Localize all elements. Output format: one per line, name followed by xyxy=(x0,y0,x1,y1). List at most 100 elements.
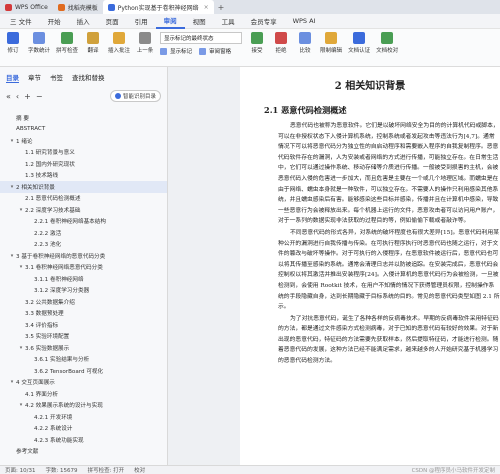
proof-indicator[interactable]: 校对 xyxy=(134,466,145,474)
reject-icon xyxy=(275,32,288,44)
markup-state-select[interactable]: 显示标记的最终状态 xyxy=(160,32,243,44)
toc-entry[interactable]: ▾ 1 绪论 xyxy=(0,135,167,147)
tab-label: 找稻壳模板 xyxy=(67,4,98,12)
reject-button[interactable]: 拒绝 xyxy=(272,32,290,54)
accept-icon xyxy=(251,32,264,44)
menu-item[interactable]: 引用 xyxy=(127,14,156,29)
smart-toc-button[interactable]: 智能识别目录 xyxy=(109,90,161,102)
tab-find-replace[interactable]: 查找和替换 xyxy=(72,72,105,83)
toc-entry[interactable]: 3.1.2 深度学习分类器 xyxy=(0,285,167,297)
chevron-down-icon[interactable]: ▾ xyxy=(17,345,25,351)
toc-entry[interactable]: 2.2.1 卷积神经网络基本结构 xyxy=(0,216,167,228)
toc-entry[interactable]: 3.1.1 卷积神经网络 xyxy=(0,273,167,285)
collapse-icon[interactable]: ‹ xyxy=(16,92,19,101)
toc-entry[interactable]: 摘 要 xyxy=(0,112,167,124)
toc-entry[interactable]: ▾ 3 基于卷积神经网络的恶意代码分类 xyxy=(0,250,167,262)
menu-item[interactable]: 视图 xyxy=(185,14,214,29)
chevron-down-icon[interactable]: ▾ xyxy=(8,184,16,190)
toc-entry-label: 2.2.1 卷积神经网络基本结构 xyxy=(34,219,106,226)
toc-entry[interactable]: ▾ 2.2 深度学习技术基础 xyxy=(0,204,167,216)
toc-entry[interactable]: ▾ 3.6 实验数据展示 xyxy=(0,342,167,354)
insert-comment-button[interactable]: 插入批注 xyxy=(108,32,130,54)
add-heading-icon[interactable]: + xyxy=(24,92,31,101)
word-count-button[interactable]: 字数统计 xyxy=(28,32,50,54)
close-icon[interactable]: × xyxy=(204,4,209,11)
toc-entry[interactable]: 3.6.1 实验结果与分析 xyxy=(0,354,167,366)
menu-item[interactable]: 三 文件 xyxy=(2,14,40,29)
tab-bookmarks[interactable]: 书签 xyxy=(50,72,63,83)
word-count-indicator[interactable]: 字数: 15679 xyxy=(45,466,77,474)
review-pane-icon xyxy=(199,47,207,55)
toc-entry[interactable]: ▾ 4.2 效果展示系统的设计与实现 xyxy=(0,400,167,412)
menu-item[interactable]: 会员专享 xyxy=(243,14,285,29)
toc-entry[interactable]: 4.2.3 系统功能实现 xyxy=(0,434,167,446)
menu-item[interactable]: 插入 xyxy=(69,14,98,29)
toc-entry[interactable]: ▾ 4 交互页面展示 xyxy=(0,377,167,389)
restrict-edit-button[interactable]: 限制编辑 xyxy=(320,32,342,54)
spellcheck-indicator[interactable]: 拼写检查: 打开 xyxy=(88,466,125,474)
toc-entry[interactable]: 4.1 界面分析 xyxy=(0,388,167,400)
toc-entry[interactable]: 1.3 技术路线 xyxy=(0,170,167,182)
document-tab[interactable]: Python实现基于卷积神经网络 × xyxy=(102,0,214,14)
tab-chapters[interactable]: 章节 xyxy=(28,72,41,83)
collapse-all-icon[interactable]: « xyxy=(6,92,11,101)
compare-button[interactable]: 比较 xyxy=(296,32,314,54)
toc-entry[interactable]: 1.1 研究背景与意义 xyxy=(0,147,167,159)
spellcheck-button[interactable]: 拼写检查 xyxy=(56,32,78,54)
toc-entry[interactable]: ▾ 2 相关知识背景 xyxy=(0,181,167,193)
remove-heading-icon[interactable]: − xyxy=(36,92,43,101)
toc-entry[interactable]: 2.2.3 池化 xyxy=(0,239,167,251)
chapter-heading: 2 相关知识背景 xyxy=(334,81,406,92)
chevron-down-icon[interactable]: ▾ xyxy=(8,379,16,385)
toc-entry[interactable]: 3.5 实验环境配置 xyxy=(0,331,167,343)
verify-icon xyxy=(353,32,366,44)
toc-entry[interactable]: ABSTRACT xyxy=(0,124,167,136)
chevron-down-icon[interactable]: ▾ xyxy=(17,402,25,408)
proofread-icon xyxy=(381,32,394,44)
new-tab-icon[interactable]: + xyxy=(214,3,229,12)
menu-item[interactable]: WPS AI xyxy=(285,14,324,29)
revise-button[interactable]: 修订 xyxy=(4,32,22,54)
chevron-down-icon[interactable]: ▾ xyxy=(17,264,25,270)
document-page[interactable]: 2 相关知识背景 2.1 恶意代码检测概述 恶意代码也被称为恶意软件。它们是以破… xyxy=(240,67,500,465)
menu-item[interactable]: 开始 xyxy=(40,14,69,29)
toc-entry[interactable]: ▾ 3.1 卷积神经网络恶意代码分类 xyxy=(0,262,167,274)
document-tab[interactable]: WPS Office xyxy=(0,0,53,14)
toc-entry[interactable]: 3.6.2 TensorBoard 可视化 xyxy=(0,365,167,377)
chevron-down-icon[interactable]: ▾ xyxy=(17,207,25,213)
toc-entry[interactable]: 2.2.2 激活 xyxy=(0,227,167,239)
chevron-down-icon[interactable]: ▾ xyxy=(8,253,16,259)
prev-icon xyxy=(139,32,152,44)
toc-entry[interactable]: 3.2 公共数据集介绍 xyxy=(0,296,167,308)
menu-item[interactable]: 审阅 xyxy=(155,14,185,29)
comment-icon xyxy=(113,32,126,44)
markup-group: 显示标记的最终状态 显示标记 审阅窗格 xyxy=(160,32,243,55)
doc-check-button[interactable]: 文档校对 xyxy=(376,32,398,54)
doc-verify-button[interactable]: 文档认证 xyxy=(348,32,370,54)
page-indicator[interactable]: 页面: 10/31 xyxy=(5,466,35,474)
status-bar: 页面: 10/31 字数: 15679 拼写检查: 打开 校对 CSDN @程序… xyxy=(0,465,500,474)
toc-entry[interactable]: 3.3 数据预处理 xyxy=(0,308,167,320)
tab-toc[interactable]: 目录 xyxy=(6,72,19,83)
toc-entry[interactable]: 参考文献 xyxy=(0,446,167,458)
review-pane-button[interactable]: 审阅窗格 xyxy=(209,47,231,55)
toc-entry-label: 3 基于卷积神经网络的恶意代码分类 xyxy=(16,253,106,260)
document-tab[interactable]: 找稻壳模板 xyxy=(53,0,103,14)
toc-entry[interactable]: 4.2.1 开发环境 xyxy=(0,411,167,423)
toc-entry[interactable]: 3.4 评价指标 xyxy=(0,319,167,331)
menu-item[interactable]: 工具 xyxy=(214,14,243,29)
app-icon xyxy=(107,3,115,11)
chevron-down-icon[interactable]: ▾ xyxy=(8,138,16,144)
prev-comment-button[interactable]: 上一条 xyxy=(136,32,154,54)
body-paragraph: 恶意代码也被称为恶意软件。它们是以破坏网络安全为目的的计算机代码或脚本，可以在非… xyxy=(278,123,499,225)
toc-entry-label: 3.3 数据预处理 xyxy=(25,311,64,318)
toc-entry-label: 4.1 界面分析 xyxy=(25,391,59,398)
show-markup-button[interactable]: 显示标记 xyxy=(170,47,192,55)
toc-entry[interactable]: 1.2 国内外研究现状 xyxy=(0,158,167,170)
toc-entry[interactable]: 4.2.2 系统设计 xyxy=(0,423,167,435)
accept-button[interactable]: 接受 xyxy=(248,32,266,54)
translate-button[interactable]: 翻译 xyxy=(84,32,102,54)
menu-item[interactable]: 页面 xyxy=(98,14,127,29)
toc-entry[interactable]: 2.1 恶意代码检测概述 xyxy=(0,193,167,205)
toc-entry-label: ABSTRACT xyxy=(16,126,46,133)
